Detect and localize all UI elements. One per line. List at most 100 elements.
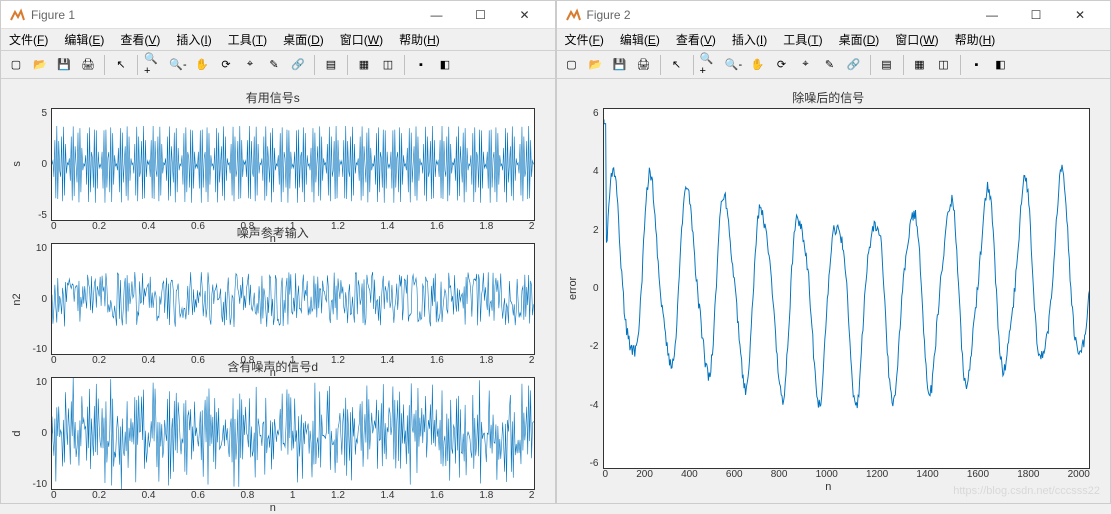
menubar: 文件(F) 编辑(E) 查看(V) 插入(I) 工具(T) 桌面(D) 窗口(W) 帮助(H) [1, 29, 555, 51]
toolbar-separator [660, 55, 661, 75]
subplot-0: 有用信号s s 50-5 00.20.40.60.811.21.41.61.82… [11, 89, 535, 218]
hide-icon[interactable]: ▪ [410, 54, 432, 76]
rotate-icon[interactable]: ⟳ [771, 54, 793, 76]
zoom-out-icon[interactable]: 🔍- [167, 54, 189, 76]
matlab-icon [9, 7, 25, 23]
menu-e[interactable]: 编辑(E) [60, 29, 108, 50]
plot-area[interactable] [51, 108, 535, 221]
subplot-2: 含有噪声的信号d d 100-10 00.20.40.60.811.21.41.… [11, 358, 535, 487]
plot-area[interactable] [51, 243, 535, 356]
link-icon[interactable]: 🔗 [843, 54, 865, 76]
pointer-icon[interactable]: ↖ [666, 54, 688, 76]
datacursor-icon[interactable]: ⌖ [795, 54, 817, 76]
y-axis-ticks: 100-10 [25, 377, 51, 490]
close-button[interactable]: ✕ [503, 1, 547, 29]
toolbar-separator [903, 55, 904, 75]
menu-v[interactable]: 查看(V) [672, 29, 720, 50]
chart-title: 噪声参考输入 [11, 224, 535, 241]
figure-2-window: Figure 2 — ☐ ✕ 文件(F) 编辑(E) 查看(V) 插入(I) 工具(T)… [556, 0, 1111, 504]
window-title: Figure 1 [31, 8, 415, 22]
toolbar: ▢📂💾🖨 ↖ 🔍+🔍-✋⟳⌖✎🔗 ▤ ▦◫ ▪◧ [557, 51, 1111, 79]
x-axis-ticks: 00.20.40.60.811.21.41.61.82 [11, 490, 535, 501]
y-axis-label: error [567, 108, 581, 469]
open-icon[interactable]: 📂 [585, 54, 607, 76]
toolbar-separator [137, 55, 138, 75]
open-icon[interactable]: 📂 [29, 54, 51, 76]
toolbar-separator [104, 55, 105, 75]
pointer-icon[interactable]: ↖ [110, 54, 132, 76]
window-title: Figure 2 [587, 8, 971, 22]
print-icon[interactable]: 🖨 [77, 54, 99, 76]
menu-t[interactable]: 工具(T) [779, 29, 826, 50]
plot-area[interactable] [603, 108, 1091, 469]
menu-w[interactable]: 窗口(W) [336, 29, 387, 50]
zoom-in-icon[interactable]: 🔍+ [699, 54, 721, 76]
maximize-button[interactable]: ☐ [459, 1, 503, 29]
pan-icon[interactable]: ✋ [747, 54, 769, 76]
chart-title: 含有噪声的信号d [11, 358, 535, 375]
menu-h[interactable]: 帮助(H) [951, 29, 1000, 50]
toolbar-separator [404, 55, 405, 75]
new-icon[interactable]: ▢ [561, 54, 583, 76]
y-axis-label: d [11, 377, 25, 490]
menu-i[interactable]: 插入(I) [172, 29, 215, 50]
menu-w[interactable]: 窗口(W) [891, 29, 942, 50]
toolbar-separator [870, 55, 871, 75]
menu-i[interactable]: 插入(I) [728, 29, 771, 50]
brush-icon[interactable]: ✎ [819, 54, 841, 76]
legend-icon[interactable]: ▦ [353, 54, 375, 76]
colorbar-icon[interactable]: ▤ [876, 54, 898, 76]
legend-icon[interactable]: ▦ [909, 54, 931, 76]
save-icon[interactable]: 💾 [609, 54, 631, 76]
zoom-out-icon[interactable]: 🔍- [723, 54, 745, 76]
colorbar-icon[interactable]: ▤ [320, 54, 342, 76]
rotate-icon[interactable]: ⟳ [215, 54, 237, 76]
canvas-area: 除噪后的信号 error 6420-2-4-6 0200400600800100… [557, 79, 1111, 503]
toolbar-separator [960, 55, 961, 75]
chart-title: 有用信号s [11, 89, 535, 106]
y-axis-ticks: 100-10 [25, 243, 51, 356]
y-axis-label: s [11, 108, 25, 221]
chart-title: 除噪后的信号 [567, 89, 1091, 106]
dock-icon[interactable]: ◧ [434, 54, 456, 76]
menubar: 文件(F) 编辑(E) 查看(V) 插入(I) 工具(T) 桌面(D) 窗口(W) 帮助(H) [557, 29, 1111, 51]
figure-1-window: Figure 1 — ☐ ✕ 文件(F) 编辑(E) 查看(V) 插入(I) 工具(T)… [0, 0, 556, 504]
watermark: https://blog.csdn.net/cccsss22 [953, 485, 1100, 497]
y-axis-label: n2 [11, 243, 25, 356]
subplot-1: 噪声参考输入 n2 100-10 00.20.40.60.811.21.41.6… [11, 224, 535, 353]
menu-e[interactable]: 编辑(E) [616, 29, 664, 50]
zoom-in-icon[interactable]: 🔍+ [143, 54, 165, 76]
new-icon[interactable]: ▢ [5, 54, 27, 76]
menu-v[interactable]: 查看(V) [116, 29, 164, 50]
matlab-icon [565, 7, 581, 23]
plot-area[interactable] [51, 377, 535, 490]
menu-f[interactable]: 文件(F) [561, 29, 608, 50]
pan-icon[interactable]: ✋ [191, 54, 213, 76]
x-axis-ticks: 0200400600800100012001400160018002000 [567, 469, 1091, 480]
toolbar: ▢📂💾🖨 ↖ 🔍+🔍-✋⟳⌖✎🔗 ▤ ▦◫ ▪◧ [1, 51, 555, 79]
close-button[interactable]: ✕ [1058, 1, 1102, 29]
toolbar-separator [693, 55, 694, 75]
datacursor-icon[interactable]: ⌖ [239, 54, 261, 76]
maximize-button[interactable]: ☐ [1014, 1, 1058, 29]
minimize-button[interactable]: — [415, 1, 459, 29]
plotedit-icon[interactable]: ◫ [377, 54, 399, 76]
print-icon[interactable]: 🖨 [633, 54, 655, 76]
dock-icon[interactable]: ◧ [990, 54, 1012, 76]
menu-h[interactable]: 帮助(H) [395, 29, 444, 50]
menu-d[interactable]: 桌面(D) [279, 29, 328, 50]
canvas-area: 有用信号s s 50-5 00.20.40.60.811.21.41.61.82… [1, 79, 555, 503]
menu-f[interactable]: 文件(F) [5, 29, 52, 50]
titlebar: Figure 2 — ☐ ✕ [557, 1, 1111, 29]
hide-icon[interactable]: ▪ [966, 54, 988, 76]
minimize-button[interactable]: — [970, 1, 1014, 29]
save-icon[interactable]: 💾 [53, 54, 75, 76]
y-axis-ticks: 50-5 [25, 108, 51, 221]
brush-icon[interactable]: ✎ [263, 54, 285, 76]
y-axis-ticks: 6420-2-4-6 [581, 108, 603, 469]
plotedit-icon[interactable]: ◫ [933, 54, 955, 76]
menu-t[interactable]: 工具(T) [224, 29, 271, 50]
menu-d[interactable]: 桌面(D) [835, 29, 884, 50]
link-icon[interactable]: 🔗 [287, 54, 309, 76]
titlebar: Figure 1 — ☐ ✕ [1, 1, 555, 29]
